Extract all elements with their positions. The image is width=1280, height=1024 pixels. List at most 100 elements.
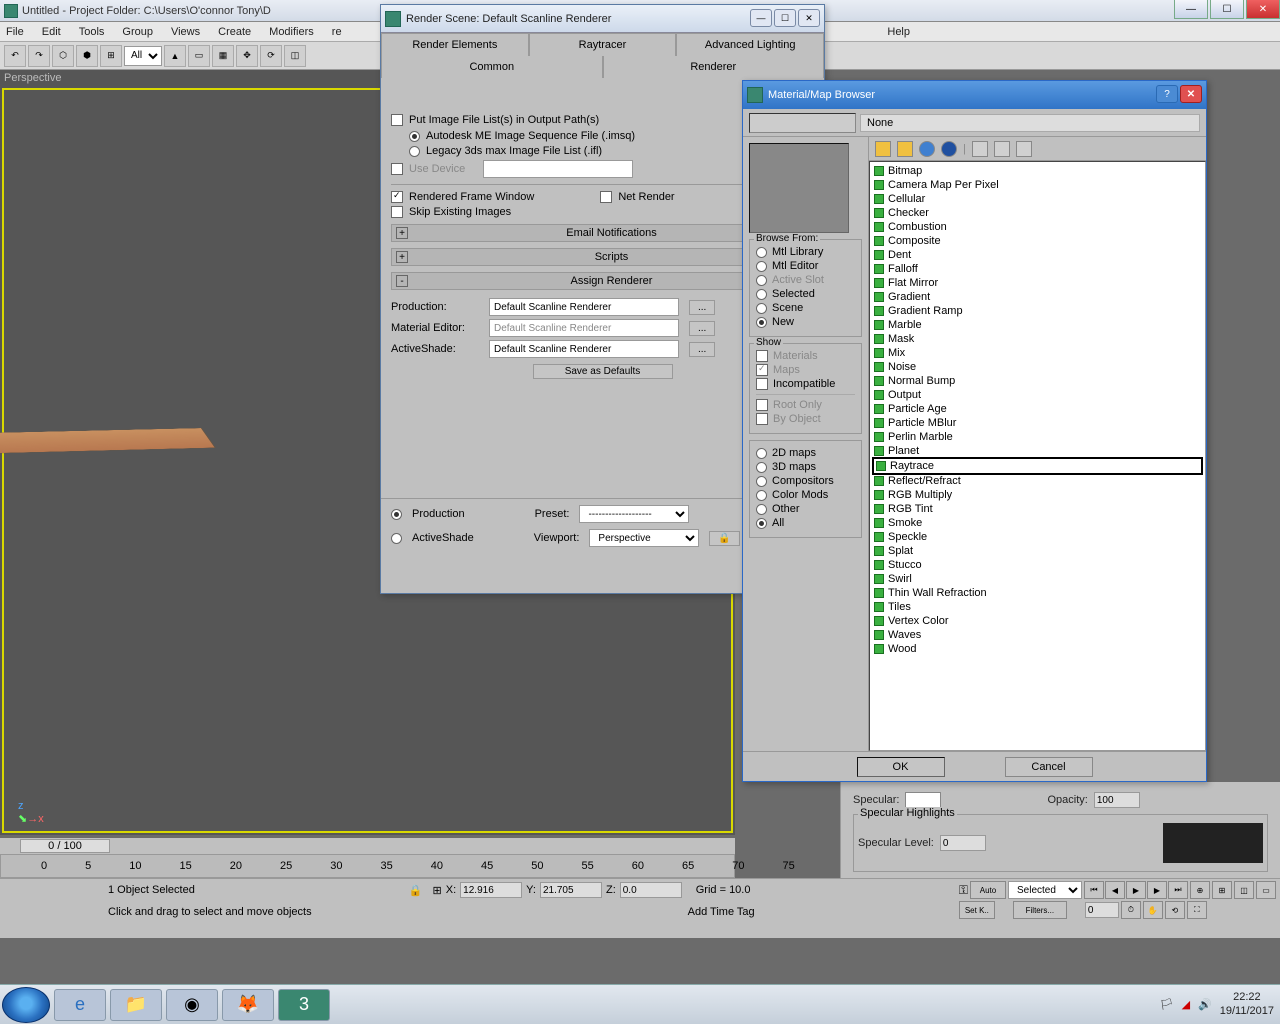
cat-radio-2[interactable] xyxy=(756,476,767,487)
opacity-spinner[interactable] xyxy=(1094,792,1140,808)
skip-existing-checkbox[interactable] xyxy=(391,206,403,218)
cat-radio-4[interactable] xyxy=(756,504,767,515)
maps-list[interactable]: BitmapCamera Map Per PixelCellularChecke… xyxy=(869,161,1206,751)
map-item-composite[interactable]: Composite xyxy=(872,234,1203,248)
map-item-marble[interactable]: Marble xyxy=(872,318,1203,332)
nav-minmax-icon[interactable]: ⛶ xyxy=(1187,901,1207,919)
map-item-gradient-ramp[interactable]: Gradient Ramp xyxy=(872,304,1203,318)
key-icon[interactable]: ⚿ xyxy=(959,883,968,898)
map-item-noise[interactable]: Noise xyxy=(872,360,1203,374)
nav-zoomall-icon[interactable]: ⊞ xyxy=(1212,881,1232,899)
net-render-checkbox[interactable] xyxy=(600,191,612,203)
map-item-perlin-marble[interactable]: Perlin Marble xyxy=(872,430,1203,444)
delete-icon[interactable] xyxy=(994,141,1010,157)
map-item-cellular[interactable]: Cellular xyxy=(872,192,1203,206)
menu-tools[interactable]: Tools xyxy=(79,26,105,38)
tray-sound-icon[interactable]: 🔊 xyxy=(1198,998,1212,1011)
map-item-output[interactable]: Output xyxy=(872,388,1203,402)
menu-file[interactable]: File xyxy=(6,26,24,38)
view-thumbs-icon[interactable] xyxy=(897,141,913,157)
sphere-icon[interactable] xyxy=(919,141,935,157)
menu-re[interactable]: re xyxy=(332,26,342,38)
render-titlebar[interactable]: Render Scene: Default Scanline Renderer … xyxy=(381,5,824,33)
region-icon[interactable]: ▭ xyxy=(188,45,210,67)
x-coord-input[interactable] xyxy=(460,882,522,898)
viewport-dropdown[interactable]: Perspective xyxy=(589,529,699,547)
tab-render-elements[interactable]: Render Elements xyxy=(381,33,529,56)
map-item-particle-age[interactable]: Particle Age xyxy=(872,402,1203,416)
time-config-button[interactable]: ⏱ xyxy=(1121,901,1141,919)
me-browse-button[interactable]: ... xyxy=(689,321,715,336)
map-item-mix[interactable]: Mix xyxy=(872,346,1203,360)
tab-common[interactable]: Common xyxy=(381,56,603,78)
map-item-rgb-tint[interactable]: RGB Tint xyxy=(872,502,1203,516)
show-check-2[interactable] xyxy=(756,378,768,390)
menu-help[interactable]: Help xyxy=(887,26,910,38)
map-item-smoke[interactable]: Smoke xyxy=(872,516,1203,530)
update-icon[interactable] xyxy=(972,141,988,157)
lock-icon[interactable]: 🔒 xyxy=(409,884,423,897)
view-list-icon[interactable] xyxy=(875,141,891,157)
map-item-falloff[interactable]: Falloff xyxy=(872,262,1203,276)
use-device-checkbox[interactable] xyxy=(391,163,403,175)
scale-icon[interactable]: ◫ xyxy=(284,45,306,67)
menu-create[interactable]: Create xyxy=(218,26,251,38)
redo-icon[interactable]: ↷ xyxy=(28,45,50,67)
activeshade-renderer-field[interactable] xyxy=(489,340,679,358)
cat-radio-0[interactable] xyxy=(756,448,767,459)
filter-dropdown[interactable]: All xyxy=(124,46,162,66)
clear-icon[interactable] xyxy=(1016,141,1032,157)
browse-radio-5[interactable] xyxy=(756,317,767,328)
specular-color-swatch[interactable] xyxy=(905,792,941,808)
production-renderer-field[interactable] xyxy=(489,298,679,316)
nav-region-icon[interactable]: ▭ xyxy=(1256,881,1276,899)
mmb-close-button[interactable]: ✕ xyxy=(1180,85,1202,103)
map-item-raytrace[interactable]: Raytrace xyxy=(872,457,1203,475)
tray-time[interactable]: 22:22 xyxy=(1220,991,1274,1004)
cat-radio-1[interactable] xyxy=(756,462,767,473)
map-item-bitmap[interactable]: Bitmap xyxy=(872,164,1203,178)
map-item-splat[interactable]: Splat xyxy=(872,544,1203,558)
mmb-name-field[interactable] xyxy=(749,113,856,133)
rotate-icon[interactable]: ⟳ xyxy=(260,45,282,67)
map-item-swirl[interactable]: Swirl xyxy=(872,572,1203,586)
menu-group[interactable]: Group xyxy=(122,26,153,38)
map-item-vertex-color[interactable]: Vertex Color xyxy=(872,614,1203,628)
put-image-checkbox[interactable] xyxy=(391,114,403,126)
goto-start-button[interactable]: ⏮ xyxy=(1084,881,1104,899)
browse-radio-0[interactable] xyxy=(756,247,767,258)
tab-advanced-lighting[interactable]: Advanced Lighting xyxy=(676,33,824,56)
lock-viewport-button[interactable]: 🔒 xyxy=(709,531,739,546)
map-item-camera-map-per-pixel[interactable]: Camera Map Per Pixel xyxy=(872,178,1203,192)
tab-renderer[interactable]: Renderer xyxy=(603,56,825,78)
render-maximize-button[interactable]: ☐ xyxy=(774,9,796,27)
prev-frame-button[interactable]: ◀ xyxy=(1105,881,1125,899)
nav-pan-icon[interactable]: ✋ xyxy=(1143,901,1163,919)
map-item-speckle[interactable]: Speckle xyxy=(872,530,1203,544)
select-icon[interactable]: ▲ xyxy=(164,45,186,67)
map-item-dent[interactable]: Dent xyxy=(872,248,1203,262)
render-minimize-button[interactable]: — xyxy=(750,9,772,27)
tab-raytracer[interactable]: Raytracer xyxy=(529,33,677,56)
maximize-button[interactable]: ☐ xyxy=(1210,0,1244,19)
device-input[interactable] xyxy=(483,160,633,178)
map-item-combustion[interactable]: Combustion xyxy=(872,220,1203,234)
rendered-frame-checkbox[interactable] xyxy=(391,191,403,203)
nav-zoom-icon[interactable]: ⊕ xyxy=(1190,881,1210,899)
browse-radio-4[interactable] xyxy=(756,303,767,314)
browse-radio-1[interactable] xyxy=(756,261,767,272)
cat-radio-3[interactable] xyxy=(756,490,767,501)
production-browse-button[interactable]: ... xyxy=(689,300,715,315)
mmb-titlebar[interactable]: Material/Map Browser ? ✕ xyxy=(743,81,1206,109)
as-browse-button[interactable]: ... xyxy=(689,342,715,357)
map-item-flat-mirror[interactable]: Flat Mirror xyxy=(872,276,1203,290)
current-frame-input[interactable] xyxy=(1085,902,1119,918)
auto-key-button[interactable]: Auto xyxy=(970,881,1006,899)
minimize-button[interactable]: — xyxy=(1174,0,1208,19)
undo-icon[interactable]: ↶ xyxy=(4,45,26,67)
taskbar-explorer-icon[interactable]: 📁 xyxy=(110,989,162,1021)
map-item-thin-wall-refraction[interactable]: Thin Wall Refraction xyxy=(872,586,1203,600)
cat-radio-5[interactable] xyxy=(756,518,767,529)
map-item-wood[interactable]: Wood xyxy=(872,642,1203,656)
tray-flag-icon[interactable]: 🏳 xyxy=(1160,998,1174,1011)
